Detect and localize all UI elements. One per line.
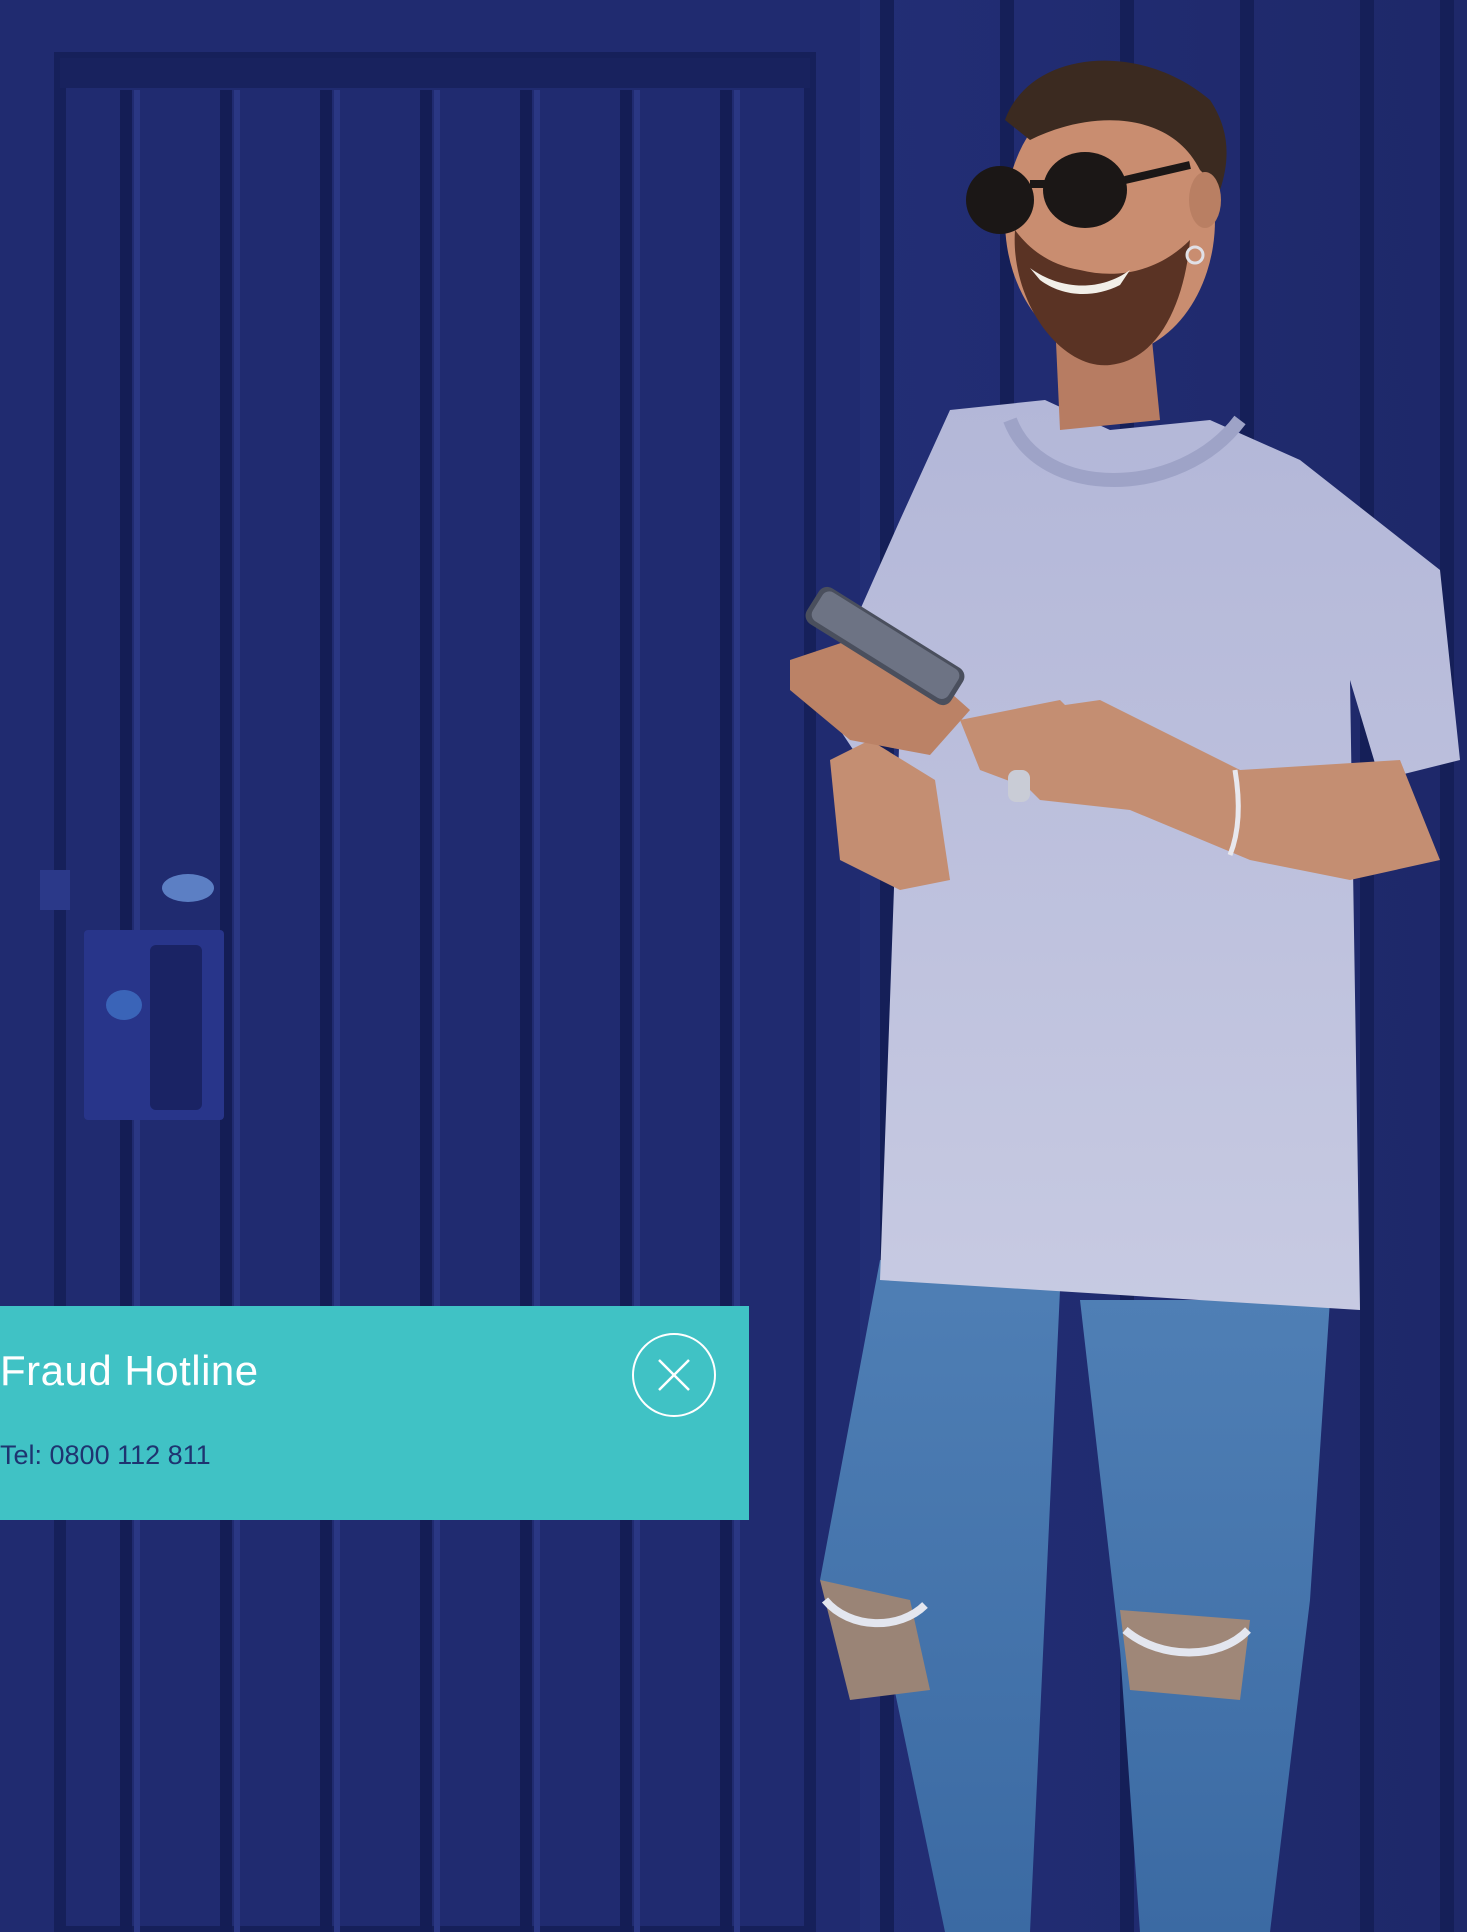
hotline-phone[interactable]: Tel: 0800 112 811 xyxy=(0,1442,211,1469)
background-photo xyxy=(0,0,1467,1932)
close-icon xyxy=(658,1359,690,1391)
hero-photo xyxy=(0,0,1467,1932)
close-button[interactable] xyxy=(632,1333,716,1417)
hotline-title: Fraud Hotline xyxy=(0,1347,259,1394)
door xyxy=(0,0,860,1932)
fraud-hotline-card: Fraud Hotline Tel: 0800 112 811 xyxy=(0,1306,749,1520)
